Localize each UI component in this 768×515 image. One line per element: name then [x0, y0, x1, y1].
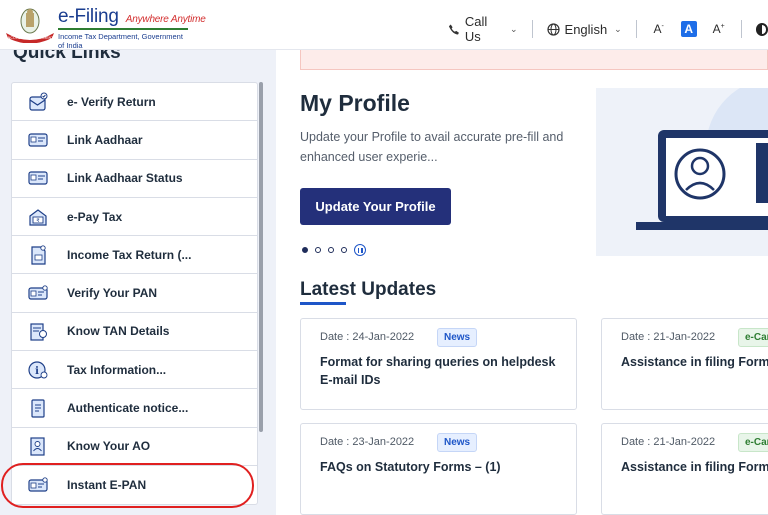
verify-return-icon — [29, 92, 48, 111]
carousel-pause-icon[interactable] — [354, 244, 366, 256]
carousel-dot[interactable] — [302, 247, 308, 253]
itr-document-icon — [31, 245, 46, 265]
quick-link-verify-your-pan[interactable]: Verify Your PAN — [12, 274, 257, 313]
quick-link-instant-e-pan[interactable]: Instant E-PAN — [12, 466, 257, 504]
quick-link-e-pay-tax[interactable]: ₹ e-Pay Tax — [12, 198, 257, 237]
font-decrease-button[interactable]: A- — [651, 22, 667, 36]
update-badge: News — [437, 328, 478, 347]
quick-link-tax-information[interactable]: i Tax Information... — [12, 351, 257, 390]
update-date: Date : 21-Jan-2022 — [621, 436, 716, 448]
quick-link-authenticate-notice[interactable]: Authenticate notice... — [12, 389, 257, 428]
phone-icon — [448, 23, 459, 35]
header-nav: Call Us ⌄ English ⌄ A- A A+ — [448, 14, 768, 44]
aadhaar-card-icon — [28, 133, 48, 147]
quick-link-label: Link Aadhaar Status — [67, 171, 183, 186]
carousel-indicators — [302, 244, 366, 256]
update-date: Date : 24-Jan-2022 — [320, 331, 415, 343]
update-badge: News — [437, 433, 478, 452]
brand-subtitle: Income Tax Department, Government of Ind… — [58, 28, 188, 50]
update-date: Date : 21-Jan-2022 — [621, 331, 716, 343]
quick-link-know-your-ao[interactable]: Know Your AO — [12, 428, 257, 466]
brand-name: e-Filing — [58, 6, 119, 27]
quick-links-sidebar: Quick Links e- Verify Return Link Aadhaa… — [0, 0, 276, 515]
quick-link-label: Instant E-PAN — [67, 478, 147, 493]
quick-link-link-aadhaar-status[interactable]: Link Aadhaar Status — [12, 160, 257, 198]
latest-updates-underline — [300, 302, 346, 305]
contrast-toggle-icon[interactable] — [755, 22, 768, 36]
carousel-dot[interactable] — [341, 247, 347, 253]
pan-card-icon — [28, 285, 48, 300]
ao-icon — [30, 437, 45, 456]
update-card[interactable]: Date : 24-Jan-2022 News Format for shari… — [300, 318, 577, 410]
latest-updates-title: Latest Updates — [300, 279, 437, 300]
aadhaar-status-icon — [28, 171, 48, 185]
nav-divider — [531, 20, 533, 38]
epan-card-icon — [28, 477, 48, 492]
carousel-dot[interactable] — [315, 247, 321, 253]
info-icon: i — [28, 361, 48, 379]
pay-tax-icon: ₹ — [29, 208, 47, 226]
quick-link-label: Know Your AO — [67, 439, 151, 454]
quick-link-label: Income Tax Return (... — [67, 247, 192, 262]
profile-description: Update your Profile to avail accurate pr… — [300, 130, 564, 164]
top-header: INCOME TAX DEPARTMENT e-Filing Anywhere … — [0, 0, 768, 50]
tan-details-icon — [30, 323, 47, 342]
svg-text:i: i — [35, 366, 39, 377]
update-badge: e-Car — [738, 433, 768, 452]
alert-banner — [300, 50, 768, 70]
notice-icon — [31, 399, 45, 418]
update-date: Date : 23-Jan-2022 — [320, 436, 415, 448]
quick-link-label: Authenticate notice... — [67, 401, 189, 416]
svg-text:₹: ₹ — [36, 218, 39, 224]
update-title: Format for sharing queries on helpdesk E… — [320, 355, 556, 387]
brand[interactable]: e-Filing Anywhere Anytime Income Tax Dep… — [58, 6, 206, 50]
quick-link-label: e- Verify Return — [67, 94, 156, 109]
profile-title: My Profile — [300, 90, 410, 116]
update-card[interactable]: Date : 21-Jan-2022 e-Car Assistance in f… — [601, 318, 768, 410]
update-title: Assistance in filing Form — [621, 355, 768, 369]
font-default-button[interactable]: A — [680, 21, 697, 37]
government-emblem-logo: INCOME TAX DEPARTMENT — [6, 8, 54, 43]
font-size-controls: A- A A+ — [651, 21, 727, 37]
quick-link-label: e-Pay Tax — [67, 209, 123, 224]
quick-link-label: Verify Your PAN — [67, 286, 158, 301]
quick-link-label: Tax Information... — [67, 362, 167, 377]
update-badge: e-Car — [738, 328, 768, 347]
sidebar-scrollbar[interactable] — [259, 82, 263, 432]
update-card[interactable]: Date : 21-Jan-2022 e-Car Assistance in f… — [601, 423, 768, 515]
quick-link-label: Link Aadhaar — [67, 132, 143, 147]
update-title: Assistance in filing Form — [621, 460, 768, 474]
quick-links-list: e- Verify Return Link Aadhaar Link Aadha… — [11, 82, 258, 506]
quick-link-label: Know TAN Details — [67, 324, 170, 339]
font-increase-button[interactable]: A+ — [711, 22, 727, 36]
quick-link-income-tax-return[interactable]: Income Tax Return (... — [12, 236, 257, 275]
carousel-dot[interactable] — [328, 247, 334, 253]
quick-link-know-tan-details[interactable]: Know TAN Details — [12, 313, 257, 352]
language-label: English — [564, 21, 608, 37]
call-us-menu[interactable]: Call Us ⌄ — [448, 14, 518, 44]
profile-illustration — [596, 88, 768, 256]
update-profile-button[interactable]: Update Your Profile — [300, 188, 451, 225]
quick-link-link-aadhaar[interactable]: Link Aadhaar — [12, 121, 257, 160]
font-increase-label: A — [712, 22, 721, 36]
update-title: FAQs on Statutory Forms – (1) — [320, 460, 501, 474]
svg-text:INCOME TAX DEPARTMENT: INCOME TAX DEPARTMENT — [7, 36, 54, 40]
update-card[interactable]: Date : 23-Jan-2022 News FAQs on Statutor… — [300, 423, 577, 515]
language-menu[interactable]: English ⌄ — [546, 21, 622, 37]
quick-link-e-verify-return[interactable]: e- Verify Return — [12, 83, 257, 122]
chevron-down-icon: ⌄ — [614, 23, 622, 34]
brand-title: e-Filing Anywhere Anytime — [58, 6, 206, 28]
nav-divider — [635, 20, 637, 38]
globe-icon — [546, 22, 560, 36]
call-us-label: Call Us — [464, 14, 488, 44]
laptop-profile-illustration — [636, 88, 768, 230]
brand-tagline: Anywhere Anytime — [125, 14, 206, 25]
chevron-down-icon: ⌄ — [510, 23, 518, 34]
nav-divider — [740, 20, 742, 38]
